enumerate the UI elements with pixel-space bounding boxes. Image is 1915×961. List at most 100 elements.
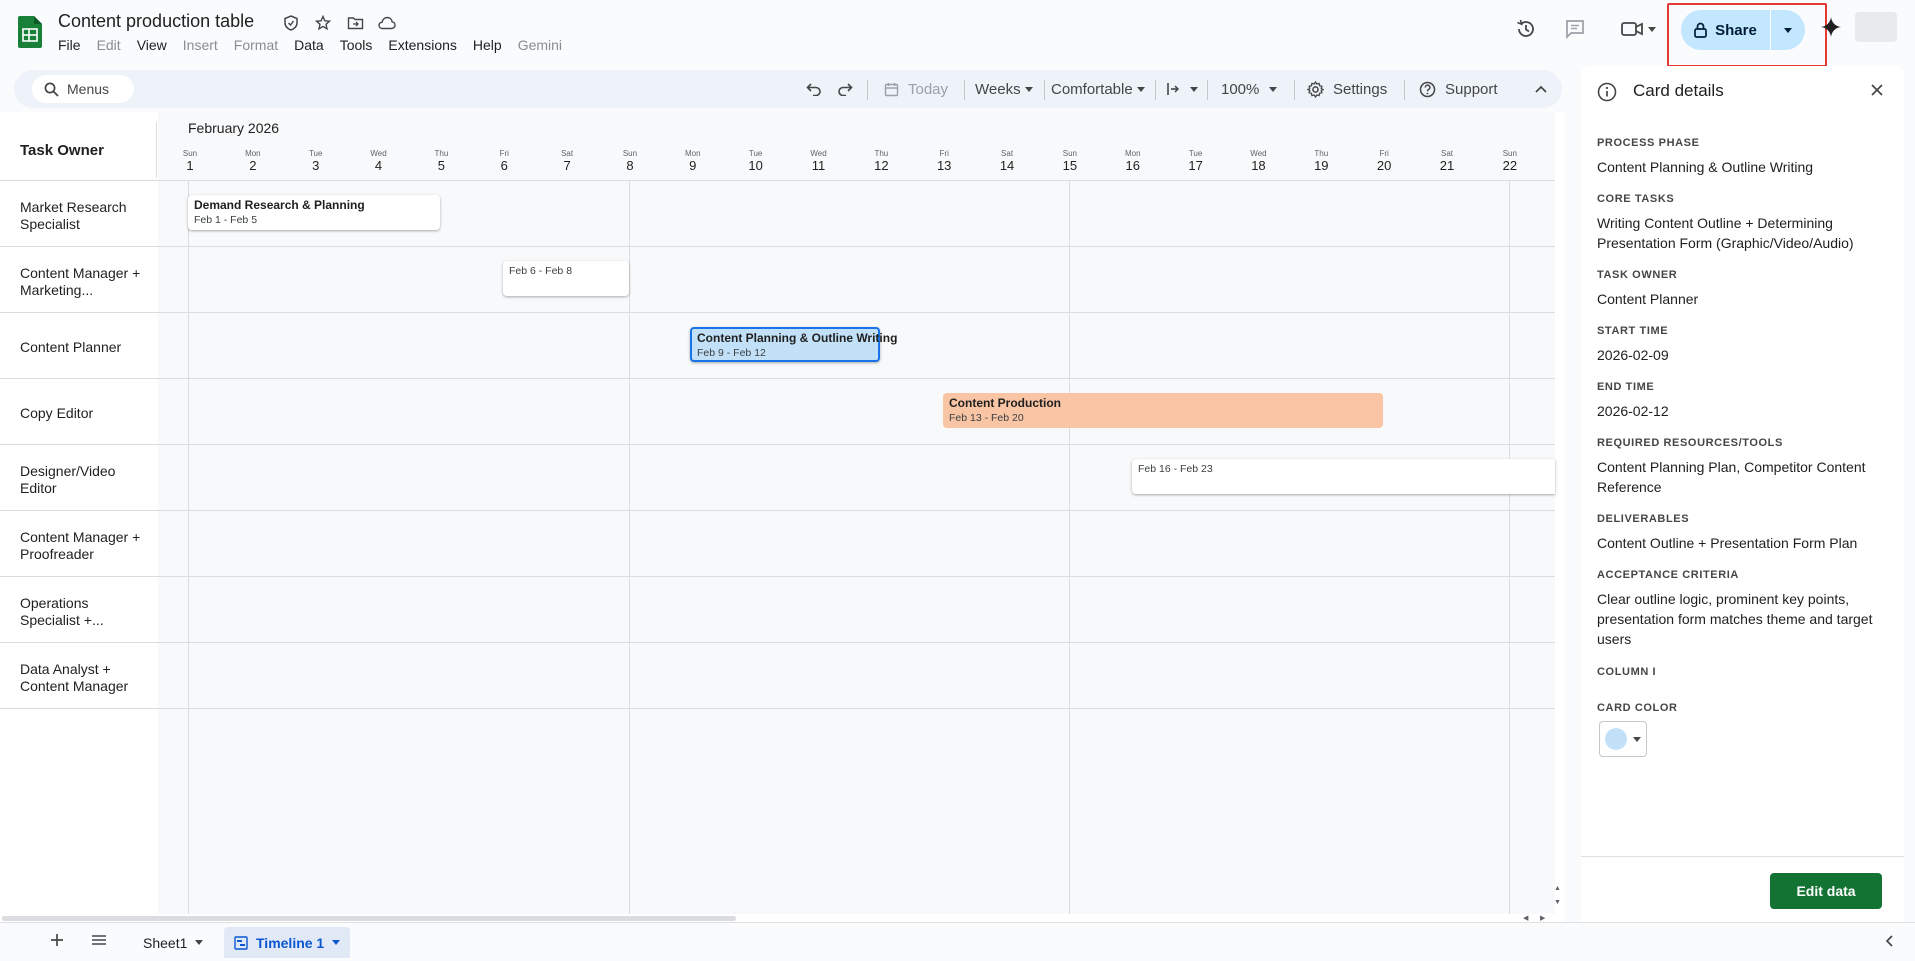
timeline-card-selected[interactable]: Content Planning & Outline Writing Feb 9… bbox=[690, 327, 897, 362]
group-icon bbox=[1167, 83, 1180, 95]
sheets-logo-icon[interactable] bbox=[18, 16, 42, 48]
field-label: PROCESS PHASE bbox=[1597, 137, 1700, 149]
day-column-header: Fri 13 bbox=[932, 149, 956, 173]
sheet-tab-timeline[interactable]: Timeline 1 bbox=[224, 927, 351, 958]
menu-gemini[interactable]: Gemini bbox=[510, 36, 570, 54]
day-number: 2 bbox=[249, 158, 257, 173]
menus-search[interactable]: Menus bbox=[32, 75, 134, 103]
owner-label[interactable]: Content Manager + Proofreader bbox=[20, 529, 150, 563]
settings-button[interactable]: Settings bbox=[1307, 70, 1387, 108]
close-icon[interactable] bbox=[1871, 84, 1883, 96]
owner-label[interactable]: Content Manager + Marketing... bbox=[20, 265, 150, 299]
zoom-dropdown[interactable]: 100% bbox=[1221, 70, 1278, 108]
day-column-header: Tue 17 bbox=[1184, 149, 1208, 173]
day-column-header: Wed 11 bbox=[807, 149, 831, 173]
menu-tools[interactable]: Tools bbox=[332, 36, 381, 54]
gemini-icon[interactable] bbox=[1820, 16, 1842, 38]
edit-data-button[interactable]: Edit data bbox=[1770, 873, 1882, 909]
meet-button[interactable] bbox=[1614, 14, 1662, 44]
menu-file[interactable]: File bbox=[50, 36, 89, 54]
card-dates: Feb 16 - Feb 23 bbox=[1138, 463, 1213, 475]
owner-label[interactable]: Data Analyst + Content Manager bbox=[20, 661, 150, 695]
day-column-header: Wed 4 bbox=[367, 149, 391, 173]
owner-label[interactable]: Operations Specialist +... bbox=[20, 595, 150, 629]
today-button[interactable]: Today bbox=[884, 70, 948, 108]
timeline-card[interactable]: Demand Research & Planning Feb 1 - Feb 5 bbox=[188, 195, 440, 230]
sheet-tab-sheet1[interactable]: Sheet1 bbox=[133, 927, 213, 958]
owner-label[interactable]: Market Research Specialist bbox=[20, 199, 150, 233]
group-by-dropdown[interactable] bbox=[1166, 70, 1198, 108]
timeline-icon bbox=[234, 935, 248, 950]
timeline-card[interactable]: Feb 16 - Feb 23 bbox=[1132, 459, 1555, 494]
chevron-down-icon bbox=[195, 940, 204, 945]
menu-view[interactable]: View bbox=[129, 36, 175, 54]
menu-edit[interactable]: Edit bbox=[89, 36, 129, 54]
move-folder-icon[interactable] bbox=[345, 13, 365, 33]
horizontal-scrollbar[interactable]: ◀ ▶ bbox=[0, 914, 1555, 922]
timeline-card[interactable]: Feb 6 - Feb 8 bbox=[503, 261, 629, 296]
document-title[interactable]: Content production table bbox=[58, 11, 254, 32]
comments-icon[interactable] bbox=[1559, 14, 1591, 44]
calendar-icon bbox=[884, 82, 899, 96]
menu-extensions[interactable]: Extensions bbox=[380, 36, 464, 54]
menu-data[interactable]: Data bbox=[286, 36, 332, 54]
toolbar-pill: Menus Today Weeks Comfortable 100% Setti… bbox=[14, 70, 1562, 108]
day-number: 10 bbox=[748, 158, 763, 173]
version-history-icon[interactable] bbox=[1510, 14, 1542, 44]
owner-column: Task Owner bbox=[0, 112, 158, 922]
week-divider bbox=[629, 180, 630, 914]
settings-label: Settings bbox=[1333, 80, 1388, 98]
owner-label[interactable]: Copy Editor bbox=[20, 405, 150, 422]
day-column-header: Fri 20 bbox=[1372, 149, 1396, 173]
scrollbar-thumb[interactable] bbox=[2, 916, 736, 921]
scroll-left-icon[interactable]: ◀ bbox=[1523, 914, 1528, 922]
scroll-down-icon[interactable]: ▼ bbox=[1554, 896, 1564, 910]
field-label: END TIME bbox=[1597, 381, 1655, 393]
owner-label[interactable]: Designer/Video Editor bbox=[20, 463, 150, 497]
day-number: 20 bbox=[1376, 158, 1392, 173]
card-color-picker[interactable] bbox=[1599, 721, 1647, 757]
menu-insert[interactable]: Insert bbox=[175, 36, 226, 54]
collapse-side-panel-icon[interactable] bbox=[1885, 935, 1893, 947]
menu-format[interactable]: Format bbox=[226, 36, 286, 54]
toolbar-divider bbox=[964, 80, 965, 100]
all-sheets-icon[interactable] bbox=[91, 933, 107, 947]
field-value: Clear outline logic, prominent key point… bbox=[1597, 591, 1873, 647]
collapse-toolbar-icon[interactable] bbox=[1535, 70, 1547, 108]
panel-divider bbox=[1581, 856, 1904, 857]
timeline-card[interactable]: Content Production Feb 13 - Feb 20 bbox=[943, 393, 1383, 428]
shield-icon[interactable] bbox=[281, 13, 301, 33]
today-label: Today bbox=[908, 80, 949, 98]
add-sheet-icon[interactable] bbox=[50, 933, 64, 947]
day-number: 12 bbox=[874, 158, 889, 173]
toolbar-divider bbox=[867, 80, 868, 100]
scroll-right-icon[interactable]: ▶ bbox=[1540, 914, 1545, 922]
card-dates: Feb 1 - Feb 5 bbox=[194, 214, 258, 226]
day-column-header: Sun 1 bbox=[178, 149, 202, 173]
support-button[interactable]: Support bbox=[1419, 70, 1498, 108]
day-number: 4 bbox=[374, 158, 383, 173]
row-divider bbox=[0, 312, 1555, 313]
star-icon[interactable] bbox=[313, 13, 333, 33]
column-divider bbox=[156, 122, 157, 178]
sheet-tab-label: Timeline 1 bbox=[256, 934, 325, 951]
account-avatar[interactable] bbox=[1855, 12, 1897, 42]
field-label: REQUIRED RESOURCES/TOOLS bbox=[1597, 437, 1783, 449]
gear-icon bbox=[1307, 80, 1324, 98]
density-dropdown[interactable]: Comfortable bbox=[1051, 70, 1145, 108]
day-number: 3 bbox=[312, 158, 320, 173]
scroll-up-icon[interactable]: ▲ bbox=[1554, 882, 1564, 896]
timescale-dropdown[interactable]: Weeks bbox=[975, 70, 1033, 108]
toolbar-divider bbox=[1155, 80, 1156, 100]
app-header: Content production table File Edit View … bbox=[0, 0, 1915, 67]
panel-title: Card details bbox=[1633, 81, 1724, 100]
owner-label[interactable]: Content Planner bbox=[20, 339, 150, 356]
redo-icon[interactable] bbox=[837, 70, 853, 108]
undo-icon[interactable] bbox=[806, 70, 822, 108]
timeline-view: Task Owner February 2026 Sun 1 Mon 2 Tue 3 Wed… bbox=[0, 112, 1564, 922]
cloud-saved-icon[interactable] bbox=[377, 13, 397, 33]
row-divider bbox=[0, 444, 1555, 445]
menu-help[interactable]: Help bbox=[465, 36, 510, 54]
owner-column-header[interactable]: Task Owner bbox=[20, 142, 104, 159]
day-number: 22 bbox=[1502, 158, 1518, 173]
